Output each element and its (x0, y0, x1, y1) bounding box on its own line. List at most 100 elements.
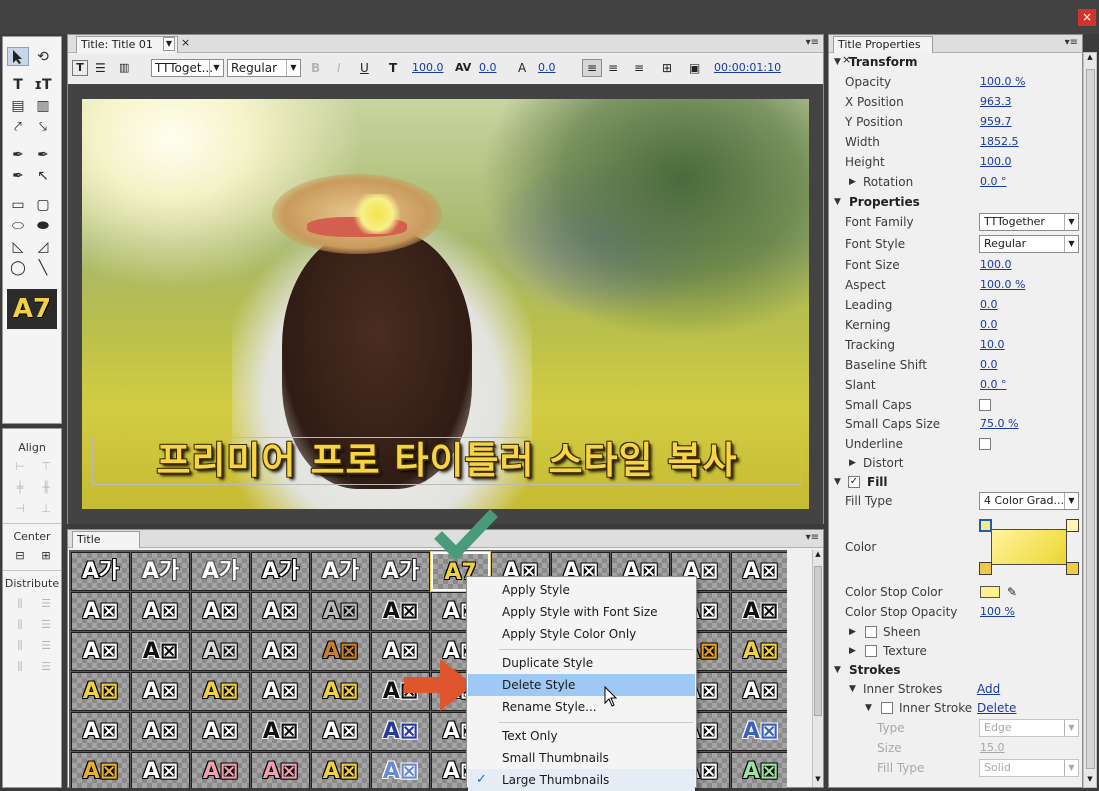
rotation-value[interactable]: 0.0 ° (980, 172, 1007, 192)
vertical-area-type-tool-icon[interactable]: ▥ (32, 96, 54, 115)
style-thumbnail[interactable]: A⊠ (251, 712, 310, 751)
add-inner-stroke-link[interactable]: Add (977, 679, 1000, 699)
properties-section[interactable]: ▼ Properties (829, 192, 1082, 212)
kerning-value[interactable]: 0.0 (479, 58, 497, 78)
fill-section[interactable]: ▼ ✓ Fill (829, 472, 1082, 492)
strokes-section[interactable]: ▼ Strokes (829, 660, 1082, 680)
style-thumbnail[interactable]: A⊠ (131, 672, 190, 711)
style-thumbnail[interactable]: A⊠ (131, 632, 190, 671)
style-thumbnail[interactable]: A⊠ (251, 752, 310, 788)
area-type-tool-icon[interactable]: ▤ (7, 96, 29, 115)
style-thumbnail[interactable]: A⊠ (311, 752, 370, 788)
menu-item-apply-style-font-size[interactable]: Apply Style with Font Size (468, 601, 695, 623)
timecode[interactable]: 00:00:01:10 (714, 58, 781, 78)
style-thumbnail[interactable]: A⊠ (71, 752, 130, 788)
panel-menu-icon[interactable]: ▾≡ (1065, 37, 1078, 48)
four-color-gradient-editor[interactable] (979, 519, 1079, 575)
path-type-tool-icon[interactable]: ⤤ (7, 117, 29, 136)
fill-checkbox[interactable]: ✓ (848, 476, 860, 488)
font-family-dropdown[interactable]: TTTogether ▼ (979, 213, 1079, 231)
opacity-value[interactable]: 100.0 % (980, 72, 1025, 92)
style-thumbnail[interactable]: A⊠ (731, 552, 787, 591)
panel-menu-icon[interactable]: ▾≡ (806, 532, 819, 543)
leading-value[interactable]: 0.0 (538, 58, 556, 78)
title-dropdown-icon[interactable]: ▼ (163, 37, 175, 51)
type-tool-icon[interactable]: T (7, 75, 29, 94)
style-thumbnail[interactable]: A⊠ (731, 632, 787, 671)
style-thumbnail[interactable]: A가 (251, 552, 310, 591)
style-thumbnail[interactable]: A⊠ (731, 592, 787, 631)
rounded-rectangle-tool-icon[interactable]: ▢ (32, 195, 54, 214)
x-position-value[interactable]: 963.3 (980, 92, 1012, 112)
tab-title-properties[interactable]: Title Properties × (833, 36, 933, 66)
styles-scrollbar[interactable]: ▲ ▼ (812, 550, 823, 787)
style-thumbnail[interactable]: A가 (191, 552, 250, 591)
texture-checkbox[interactable] (865, 645, 877, 657)
tab-close-icon[interactable]: × (181, 36, 190, 49)
font-style-dropdown[interactable]: Regular ▼ (979, 235, 1079, 253)
style-thumbnail[interactable]: A⊠ (131, 592, 190, 631)
menu-item-rename-style[interactable]: Rename Style... (468, 696, 695, 718)
style-thumbnail[interactable]: A⊠ (731, 752, 787, 788)
pen-tool-icon[interactable]: ✒ (7, 145, 29, 164)
add-anchor-tool-icon[interactable]: ✒ (7, 166, 29, 185)
style-thumbnail[interactable]: A⊠ (251, 672, 310, 711)
scroll-up-icon[interactable]: ▲ (813, 550, 823, 562)
rotation-tool-icon[interactable]: ⟲ (32, 47, 54, 66)
font-style-dropdown[interactable]: Regular ▼ (227, 59, 301, 77)
align-center-text-icon[interactable]: ≡ (608, 58, 618, 78)
title-canvas[interactable]: 프리미어 프로 타이틀러 스타일 복사 (68, 84, 823, 524)
small-caps-size-value[interactable]: 75.0 % (980, 414, 1018, 434)
style-thumbnail[interactable]: A⊠ (371, 592, 430, 631)
center-horizontal-icon[interactable]: ⊟ (11, 549, 29, 563)
show-background-video-icon[interactable]: ▣ (689, 58, 700, 78)
style-thumbnail[interactable]: A⊠ (251, 632, 310, 671)
align-left-text-icon[interactable]: ≡ (582, 59, 602, 77)
tab-title-01[interactable]: Title: Title 01 ▼ (76, 36, 178, 53)
selection-tool-icon[interactable] (7, 47, 29, 66)
scroll-up-icon[interactable]: ▲ (1084, 53, 1096, 65)
scroll-down-icon[interactable]: ▼ (813, 775, 823, 787)
style-thumbnail[interactable]: A⊠ (71, 592, 130, 631)
style-thumbnail[interactable]: A⊠ (371, 712, 430, 751)
style-thumbnail[interactable]: A⊠ (191, 592, 250, 631)
italic-button[interactable]: I (337, 58, 341, 78)
leading-value[interactable]: 0.0 (980, 295, 998, 315)
style-thumbnail[interactable]: A⊠ (191, 752, 250, 788)
delete-anchor-tool-icon[interactable]: ✒ (32, 145, 54, 164)
roll-crawl-options-icon[interactable]: ☰ (95, 58, 106, 78)
style-thumbnail[interactable]: A⊠ (311, 712, 370, 751)
scroll-down-icon[interactable]: ▼ (1084, 775, 1096, 787)
y-position-value[interactable]: 959.7 (980, 112, 1012, 132)
color-stop-swatch[interactable] (980, 586, 1000, 598)
small-caps-checkbox[interactable] (979, 399, 991, 411)
style-thumbnail[interactable]: A⊠ (371, 752, 430, 788)
width-value[interactable]: 1852.5 (980, 132, 1019, 152)
font-family-dropdown[interactable]: TTToget... ▼ (151, 59, 224, 77)
color-stop-top-left[interactable] (979, 519, 992, 532)
menu-item-text-only[interactable]: Text Only (468, 725, 695, 747)
inner-stroke-checkbox[interactable] (881, 702, 893, 714)
menu-item-apply-style-color-only[interactable]: Apply Style Color Only (468, 623, 695, 645)
font-size-value[interactable]: 100.0 (412, 58, 444, 78)
window-close-button[interactable]: × (1078, 9, 1096, 26)
style-thumbnail[interactable]: A⊠ (71, 632, 130, 671)
texture-row[interactable]: ▶ Texture (829, 641, 1082, 661)
color-stop-bottom-left[interactable] (979, 562, 992, 575)
color-stop-bottom-right[interactable] (1066, 562, 1079, 575)
arc-tool-icon[interactable]: ◿ (32, 237, 54, 256)
style-thumbnail[interactable]: A가 (371, 552, 430, 591)
style-thumbnail[interactable]: A⊠ (71, 712, 130, 751)
menu-item-apply-style[interactable]: Apply Style (468, 579, 695, 601)
bold-button[interactable]: B (311, 58, 320, 78)
style-thumbnail[interactable]: A⊠ (191, 712, 250, 751)
style-thumbnail[interactable]: A가 (311, 552, 370, 591)
line-tool-icon[interactable]: ╲ (32, 258, 54, 277)
underline-checkbox[interactable] (979, 438, 991, 450)
tracking-value[interactable]: 10.0 (980, 335, 1005, 355)
center-vertical-icon[interactable]: ⊞ (37, 549, 55, 563)
baseline-shift-value[interactable]: 0.0 (980, 355, 998, 375)
rounded-corner-tool-icon[interactable]: ⬬ (32, 216, 54, 235)
stroke-fill-type-dropdown[interactable]: Solid ▼ (979, 759, 1079, 777)
scrollbar-thumb[interactable] (814, 566, 822, 716)
